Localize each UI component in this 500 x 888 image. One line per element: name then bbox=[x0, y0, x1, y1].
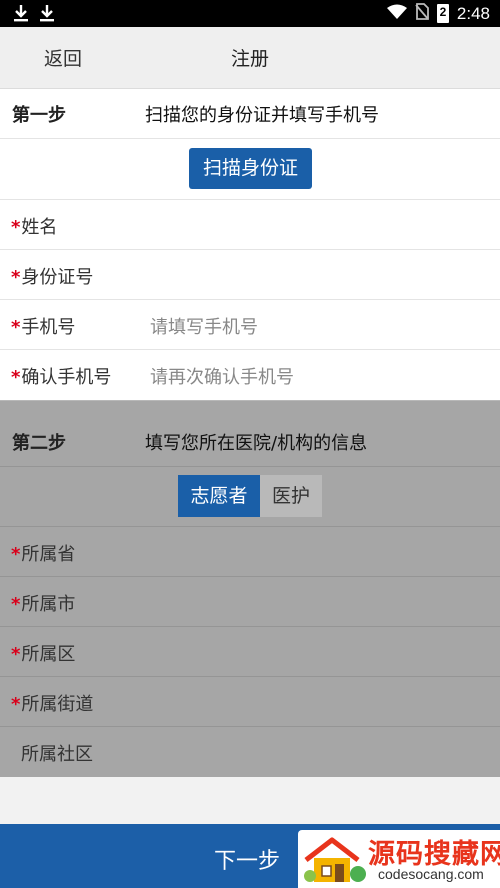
field-label-text: 确认手机号 bbox=[21, 367, 112, 388]
step2-description: 填写您所在医院/机构的信息 bbox=[145, 433, 368, 454]
step2-label: 第二步 bbox=[12, 433, 66, 454]
role-toggle: 志愿者 医护 bbox=[178, 475, 322, 517]
required-mark: * bbox=[11, 367, 21, 388]
required-mark: * bbox=[11, 217, 21, 238]
status-bar: 2 2:48 bbox=[0, 0, 500, 27]
confirm-phone-input[interactable]: 请再次确认手机号 bbox=[150, 363, 294, 389]
required-mark: * bbox=[11, 317, 21, 338]
field-id-number[interactable]: *身份证号 bbox=[0, 250, 500, 300]
no-sim-icon bbox=[415, 3, 429, 24]
field-label-text: 所属省 bbox=[21, 544, 76, 565]
field-province[interactable]: *所属省 bbox=[0, 527, 500, 577]
step1-header: 第一步 扫描您的身份证并填写手机号 bbox=[0, 89, 500, 139]
volunteer-tab[interactable]: 志愿者 bbox=[178, 475, 260, 517]
step1-description: 扫描您的身份证并填写手机号 bbox=[145, 105, 379, 126]
required-mark: * bbox=[11, 544, 21, 565]
field-name[interactable]: *姓名 bbox=[0, 200, 500, 250]
watermark: 源码搜藏网 codesocang.com bbox=[298, 830, 500, 888]
field-label-text: 姓名 bbox=[21, 217, 58, 238]
scan-id-button[interactable]: 扫描身份证 bbox=[189, 148, 312, 189]
required-mark: * bbox=[11, 694, 21, 715]
field-label: *所属省 bbox=[11, 540, 75, 566]
battery-icon: 2 bbox=[436, 4, 449, 23]
field-street[interactable]: *所属街道 bbox=[0, 677, 500, 727]
field-label: *确认手机号 bbox=[11, 363, 111, 389]
wifi-icon bbox=[386, 4, 407, 24]
download-icon bbox=[38, 3, 56, 23]
phone-input[interactable]: 请填写手机号 bbox=[150, 313, 258, 339]
field-label: *所属市 bbox=[11, 590, 75, 616]
house-logo-icon bbox=[304, 837, 366, 882]
field-district[interactable]: *所属区 bbox=[0, 627, 500, 677]
field-label-text: 所属市 bbox=[21, 594, 76, 615]
page-title: 注册 bbox=[230, 48, 269, 70]
step1-label: 第一步 bbox=[12, 105, 66, 126]
field-label: *姓名 bbox=[11, 213, 57, 239]
field-label-text: 身份证号 bbox=[21, 267, 94, 288]
field-confirm-phone: *确认手机号 请再次确认手机号 bbox=[0, 350, 500, 400]
field-community[interactable]: 所属社区 bbox=[0, 727, 500, 777]
field-label-text: 手机号 bbox=[21, 317, 76, 338]
required-mark: * bbox=[11, 267, 21, 288]
field-label-text: 所属区 bbox=[21, 644, 76, 665]
field-label: *手机号 bbox=[11, 313, 75, 339]
battery-level: 2 bbox=[439, 5, 447, 19]
title-bar: 返回 注册 bbox=[0, 27, 500, 89]
watermark-url: codesocang.com bbox=[378, 866, 484, 882]
step2-header: 第二步 填写您所在医院/机构的信息 bbox=[0, 416, 500, 467]
field-label-text: 所属街道 bbox=[21, 694, 94, 715]
required-mark: * bbox=[11, 644, 21, 665]
field-phone: *手机号 请填写手机号 bbox=[0, 300, 500, 350]
required-mark: * bbox=[11, 594, 21, 615]
field-city[interactable]: *所属市 bbox=[0, 577, 500, 627]
step2-section: 第二步 填写您所在医院/机构的信息 志愿者 医护 *所属省 *所属市 *所属区 … bbox=[0, 400, 500, 777]
field-label: *所属街道 bbox=[11, 690, 93, 716]
field-label: 所属社区 bbox=[20, 740, 93, 766]
step1-section: 第一步 扫描您的身份证并填写手机号 扫描身份证 *姓名 *身份证号 *手机号 请… bbox=[0, 89, 500, 400]
download-icon bbox=[12, 3, 30, 23]
medical-tab[interactable]: 医护 bbox=[260, 475, 322, 517]
field-label: *身份证号 bbox=[11, 263, 93, 289]
field-label-text: 所属社区 bbox=[21, 744, 93, 765]
status-time: 2:48 bbox=[456, 3, 490, 23]
next-step-button[interactable]: 下一步 bbox=[214, 843, 280, 875]
field-label: *所属区 bbox=[11, 640, 75, 666]
